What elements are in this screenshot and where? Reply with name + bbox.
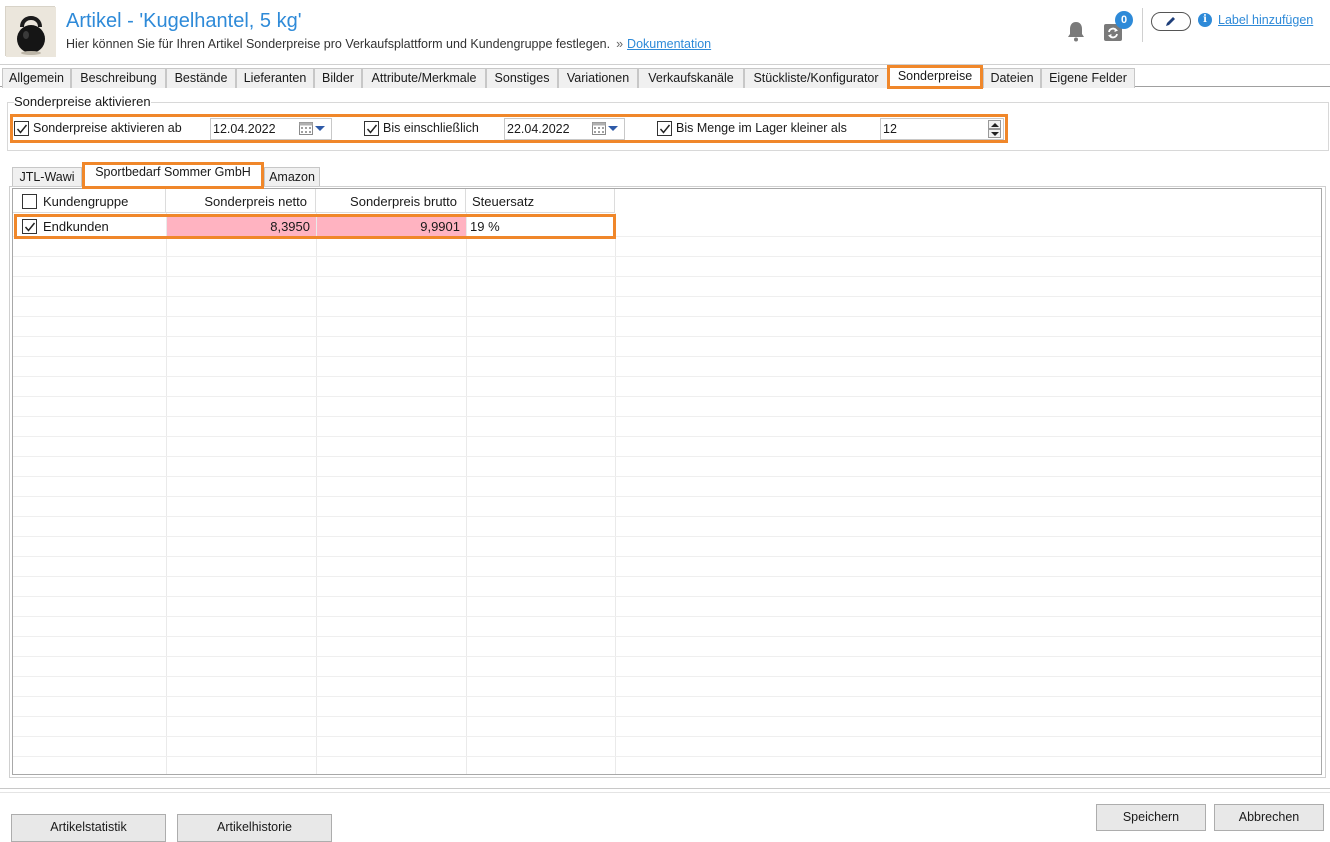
grid-row-line (13, 436, 1321, 437)
grid-row-line (13, 276, 1321, 277)
grid-row-line (13, 496, 1321, 497)
grid-column-line (466, 213, 467, 774)
bell-icon[interactable] (1065, 20, 1087, 42)
stock-limit-checkbox[interactable] (657, 121, 672, 136)
grid-row-line (13, 516, 1321, 517)
until-inclusive-checkbox[interactable] (364, 121, 379, 136)
tab-attribute-merkmale[interactable]: Attribute/Merkmale (362, 68, 486, 88)
tab-eigene-felder[interactable]: Eigene Felder (1041, 68, 1135, 88)
grid-column-line (316, 213, 317, 774)
tab-allgemein[interactable]: Allgemein (2, 68, 71, 88)
footer-divider (0, 788, 1330, 789)
from-date-dropdown-icon[interactable] (315, 126, 325, 131)
from-date-field[interactable]: 12.04.2022 (210, 118, 332, 140)
grid-row-line (13, 616, 1321, 617)
artikelstatistik-button[interactable]: Artikelstatistik (11, 814, 166, 842)
grid-row-line (13, 536, 1321, 537)
stock-limit-value: 12 (883, 122, 897, 136)
artikelhistorie-button[interactable]: Artikelhistorie (177, 814, 332, 842)
grid-row-line (13, 636, 1321, 637)
grid-row-line (13, 716, 1321, 717)
main-tab-bar: Allgemein Beschreibung Bestände Lieferan… (0, 64, 1330, 89)
column-header-sonderpreis-netto[interactable]: Sonderpreis netto (166, 189, 316, 213)
stock-limit-field[interactable]: 12 (880, 118, 1004, 140)
grid-row-line (13, 336, 1321, 337)
grid-row-line (13, 676, 1321, 677)
grid-row-highlight (14, 214, 616, 239)
grid-column-line (166, 213, 167, 774)
page-title: Artikel - 'Kugelhantel, 5 kg' (66, 10, 302, 32)
spin-up-icon[interactable] (988, 120, 1001, 129)
documentation-link[interactable]: Dokumentation (627, 37, 711, 51)
tab-sonstiges[interactable]: Sonstiges (486, 68, 558, 88)
tab-stueckliste-konfigurator[interactable]: Stückliste/Konfigurator (744, 68, 888, 88)
cancel-button[interactable]: Abbrechen (1214, 804, 1324, 831)
grid-row-line (13, 756, 1321, 757)
subtitle-separator: » (616, 37, 624, 51)
grid-row-line (13, 316, 1321, 317)
grid-row-line (13, 596, 1321, 597)
grid-row-line (13, 476, 1321, 477)
grid-row-line (13, 736, 1321, 737)
header: Artikel - 'Kugelhantel, 5 kg' Hier könne… (0, 0, 1330, 64)
grid-row-line (13, 416, 1321, 417)
activation-group-title: Sonderpreise aktivieren (14, 94, 151, 109)
add-label-link[interactable]: Label hinzufügen (1218, 13, 1313, 27)
until-date-dropdown-icon[interactable] (608, 126, 618, 131)
checkmark-icon (16, 124, 28, 134)
edit-label-button[interactable] (1151, 12, 1191, 31)
grid-row-line (13, 396, 1321, 397)
subtitle-text: Hier können Sie für Ihren Artikel Sonder… (66, 37, 611, 51)
price-grid: Kundengruppe Sonderpreis netto Sonderpre… (12, 188, 1322, 775)
grid-row-line (13, 376, 1321, 377)
column-header-sonderpreis-brutto[interactable]: Sonderpreis brutto (316, 189, 466, 213)
grid-row-line (13, 696, 1321, 697)
tab-sonderpreise[interactable]: Sonderpreise (887, 65, 983, 89)
select-all-checkbox[interactable] (22, 194, 37, 209)
grid-row-line (13, 356, 1321, 357)
notification-count-badge: 0 (1115, 11, 1133, 29)
activate-from-label: Sonderpreise aktivieren ab (33, 121, 182, 135)
tab-dateien[interactable]: Dateien (983, 68, 1041, 88)
calendar-icon[interactable] (592, 122, 606, 135)
platform-tab-amazon[interactable]: Amazon (264, 167, 320, 187)
tab-beschreibung[interactable]: Beschreibung (71, 68, 166, 88)
checkmark-icon (659, 124, 671, 134)
grid-row-line (13, 456, 1321, 457)
header-divider (1142, 8, 1143, 42)
tab-lieferanten[interactable]: Lieferanten (236, 68, 314, 88)
info-icon: i (1198, 13, 1212, 27)
until-inclusive-label: Bis einschließlich (383, 121, 479, 135)
grid-column-line (615, 213, 616, 774)
checkmark-icon (366, 124, 378, 134)
until-date-field[interactable]: 22.04.2022 (504, 118, 625, 140)
grid-row-line (13, 296, 1321, 297)
pencil-icon (1166, 17, 1175, 26)
product-thumbnail (5, 6, 56, 57)
grid-row-line (13, 576, 1321, 577)
tab-bestaende[interactable]: Bestände (166, 68, 236, 88)
platform-tab-jtl-wawi[interactable]: JTL-Wawi (12, 167, 82, 187)
grid-row-line (13, 556, 1321, 557)
grid-row-line (13, 256, 1321, 257)
calendar-icon[interactable] (299, 122, 313, 135)
platform-tab-sportbedarf-sommer[interactable]: Sportbedarf Sommer GmbH (82, 162, 264, 189)
stock-limit-label: Bis Menge im Lager kleiner als (676, 121, 847, 135)
footer-divider (0, 792, 1330, 793)
tab-bilder[interactable]: Bilder (314, 68, 362, 88)
spin-down-icon[interactable] (988, 129, 1001, 138)
column-header-steuersatz[interactable]: Steuersatz (466, 189, 615, 213)
grid-row-line (13, 656, 1321, 657)
tab-verkaufskanaele[interactable]: Verkaufskanäle (638, 68, 744, 88)
activate-from-checkbox[interactable] (14, 121, 29, 136)
tab-variationen[interactable]: Variationen (558, 68, 638, 88)
save-button[interactable]: Speichern (1096, 804, 1206, 831)
page-subtitle: Hier können Sie für Ihren Artikel Sonder… (66, 37, 711, 51)
